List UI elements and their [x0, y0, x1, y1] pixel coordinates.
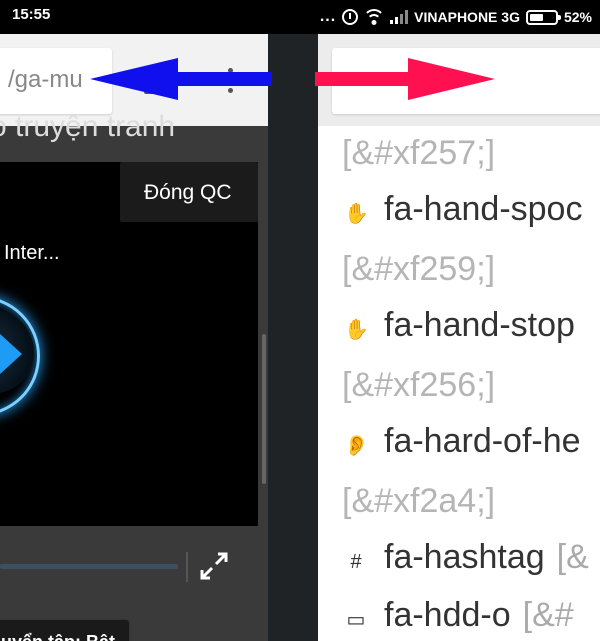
play-icon[interactable] — [0, 334, 22, 374]
right-browser-toolbar — [318, 34, 600, 126]
overflow-menu-icon[interactable] — [226, 68, 234, 98]
video-title: Inter... — [4, 242, 60, 264]
right-browser-panel: [&#xf257;] ✋ fa-hand-spoc [&#xf259;] ✋ fa-han… — [318, 34, 600, 641]
status-bar: 15:55 ... VINAPHONE 3G 52% — [0, 0, 600, 34]
icon-list-item: 👂 fa-hard-of-he — [318, 416, 600, 474]
right-url-bar[interactable] — [332, 48, 600, 114]
icon-list-item: # fa-hashtag [& — [318, 532, 600, 590]
icon-code-text: [&# — [522, 596, 574, 634]
left-browser-panel: /ga-mu o truyện tranh Đóng QC Inter... u… — [0, 34, 268, 641]
alarm-icon — [342, 9, 359, 25]
status-time: 15:55 — [12, 6, 51, 23]
battery-icon — [525, 9, 561, 25]
fullscreen-icon[interactable] — [198, 550, 230, 582]
hdd-icon: ▭ — [346, 609, 366, 631]
icon-list-item: ✋ fa-hand-spoc — [318, 184, 600, 242]
icon-class-name: fa-hand-stop — [384, 306, 575, 344]
icon-class-name: fa-hdd-o [&# — [384, 596, 574, 634]
tab-switcher-icon[interactable] — [144, 74, 166, 94]
icon-code-text: [& — [556, 538, 589, 576]
hand-stop-icon: ✋ — [344, 319, 369, 341]
hashtag-icon: # — [350, 551, 362, 573]
page-title: o truyện tranh — [0, 110, 176, 143]
icon-list-item: ✋ fa-hand-stop — [318, 300, 600, 358]
panel-divider — [268, 34, 318, 641]
close-ad-button[interactable]: Đóng QC — [120, 162, 258, 222]
playlist-toggle-button[interactable]: uyển tập: Bật — [0, 619, 130, 641]
battery-percent: 52% — [563, 9, 592, 25]
icon-list-item: ▭ fa-hdd-o [&# — [318, 590, 600, 641]
status-icons: ... VINAPHONE 3G 52% — [320, 5, 592, 29]
scrollbar-thumb[interactable] — [262, 334, 266, 484]
wifi-icon — [364, 9, 385, 25]
carrier-name: VINAPHONE 3G — [414, 9, 520, 25]
signal-icon — [390, 10, 409, 24]
icon-class-name: fa-hashtag [& — [384, 538, 589, 576]
icon-class-name: fa-hard-of-he — [384, 422, 581, 460]
video-progress-bar[interactable] — [0, 564, 178, 569]
control-separator — [186, 552, 188, 582]
icon-class-name: fa-hand-spoc — [384, 190, 583, 228]
hand-spock-icon: ✋ — [344, 203, 369, 225]
notification-dots: ... — [319, 8, 337, 25]
left-url-bar[interactable]: /ga-mu — [0, 48, 112, 114]
hard-of-hearing-icon: 👂 — [344, 435, 369, 457]
